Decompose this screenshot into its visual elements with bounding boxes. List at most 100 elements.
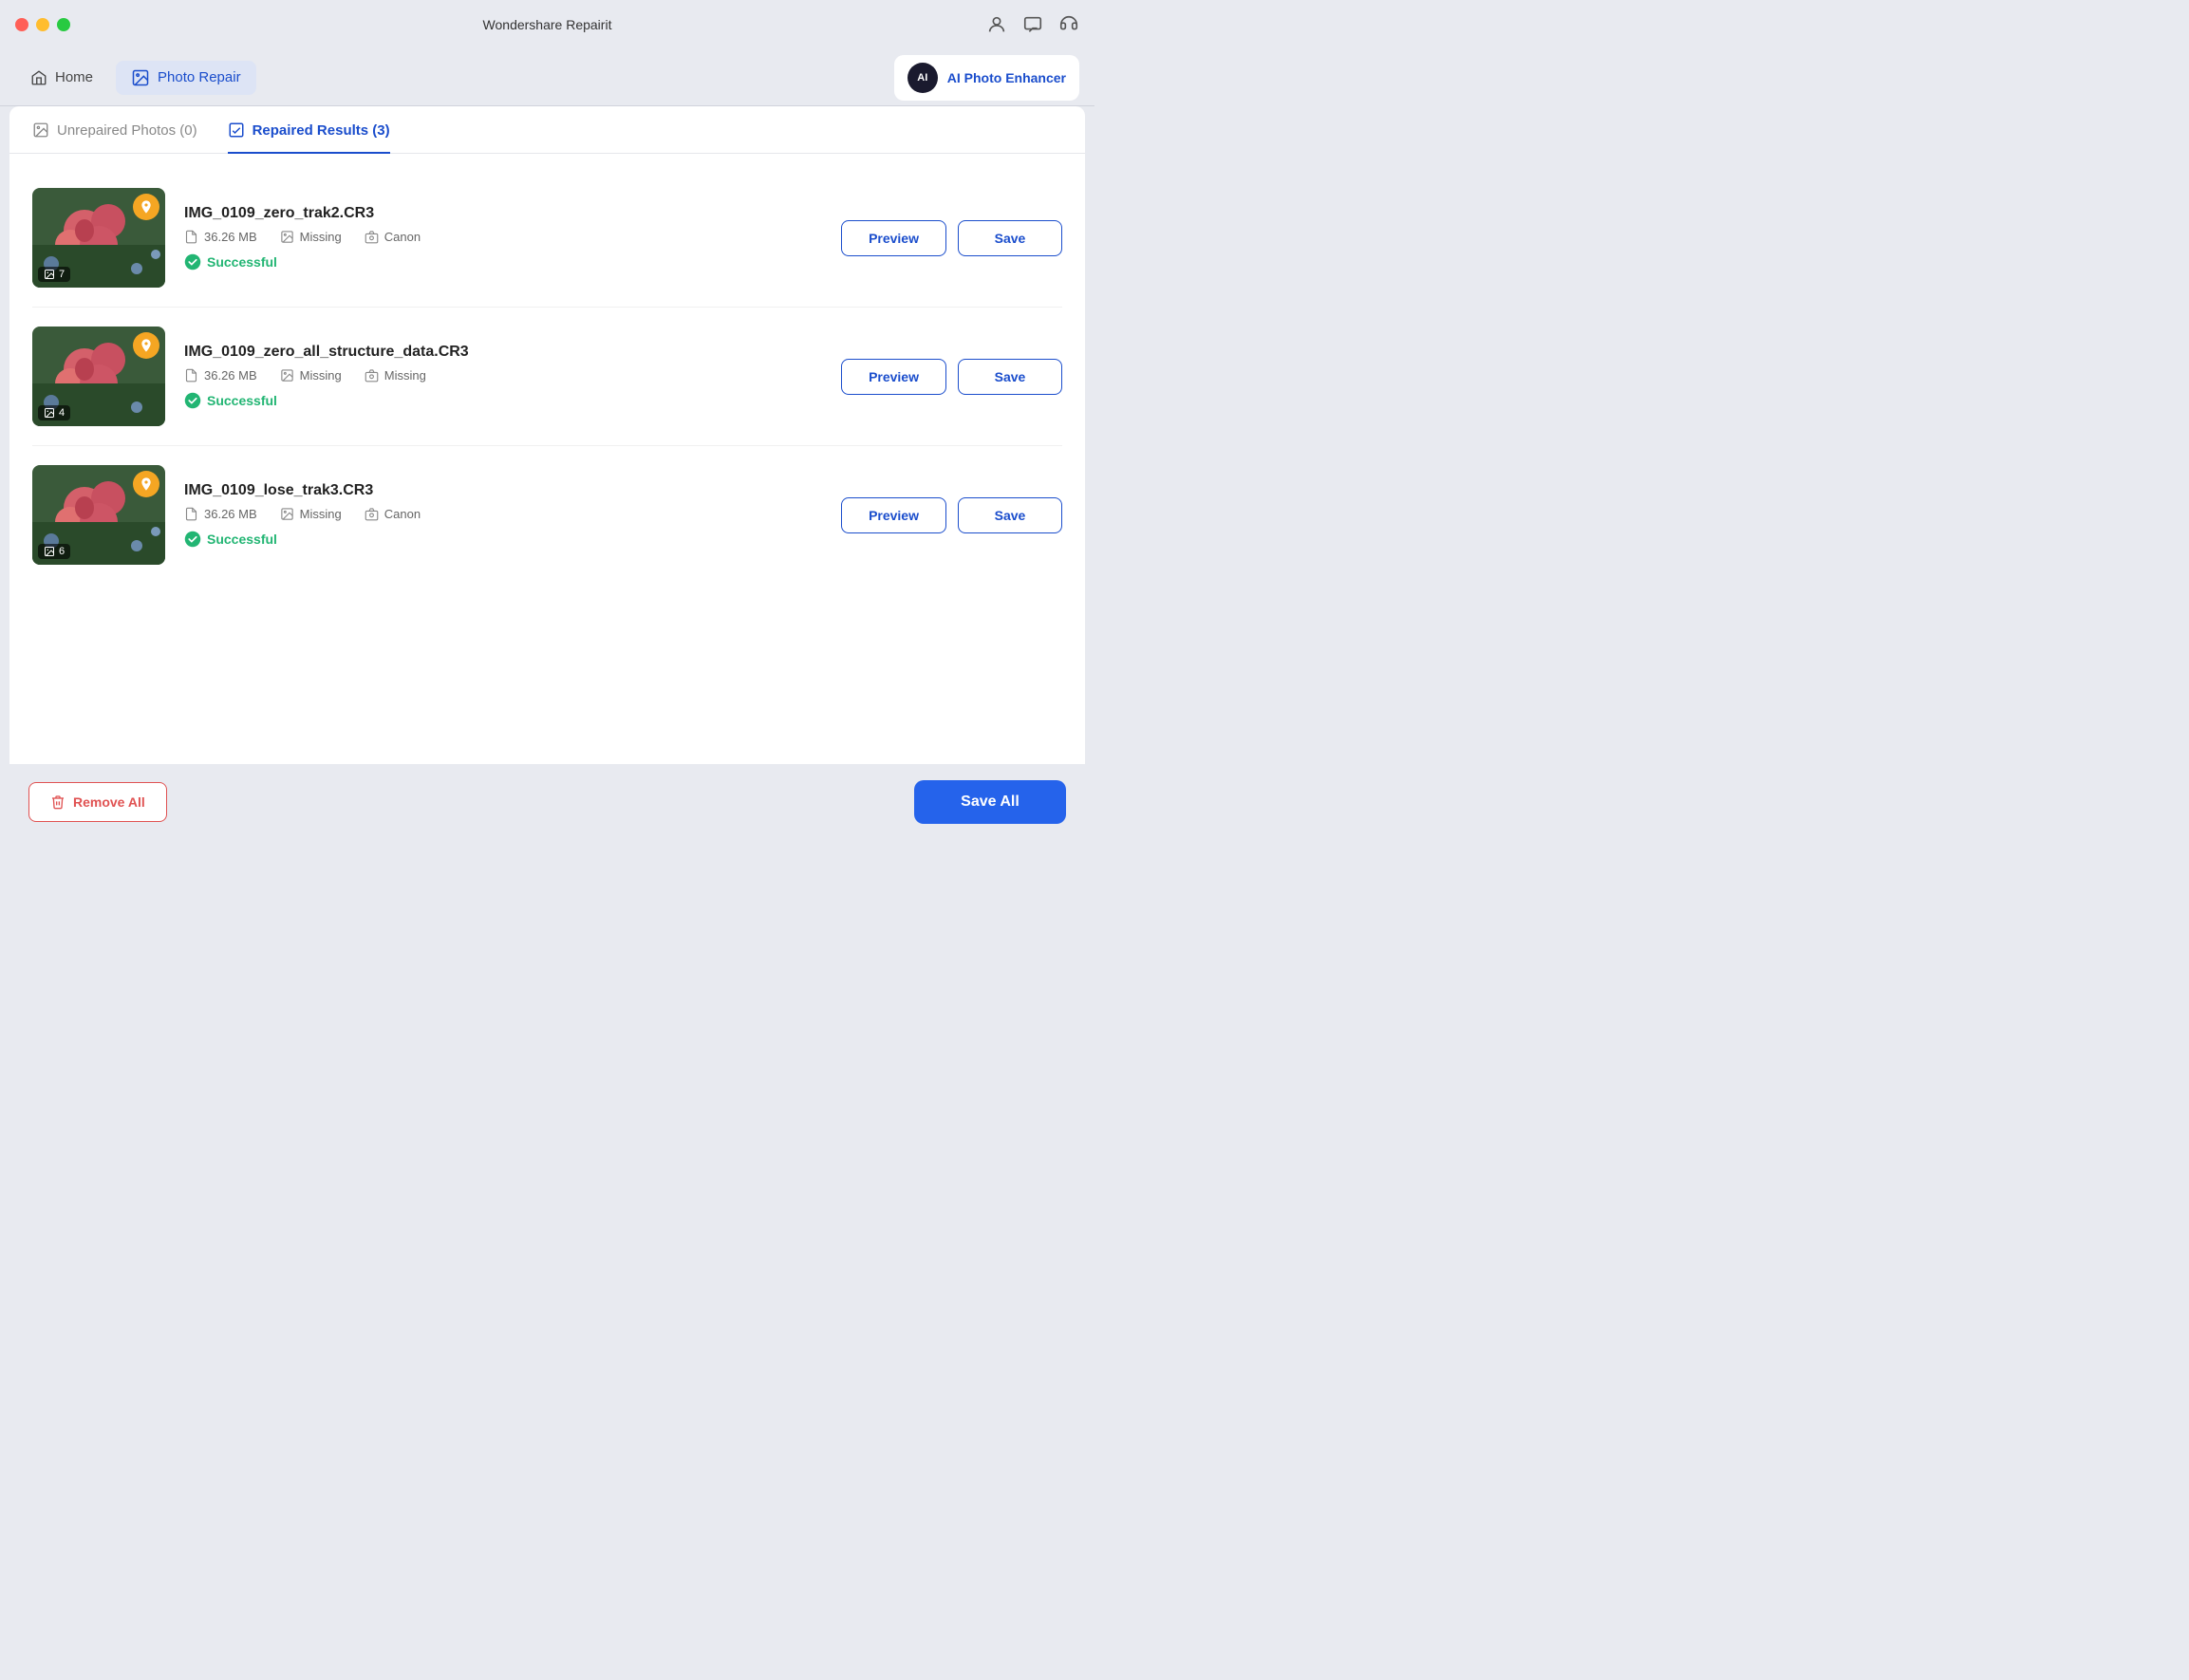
tab-repaired[interactable]: Repaired Results (3) — [228, 121, 390, 154]
preview-button-2[interactable]: Preview — [841, 359, 946, 395]
headset-icon[interactable] — [1058, 14, 1079, 35]
camera-icon-3 — [365, 507, 379, 521]
titlebar-actions — [986, 14, 1079, 35]
tab-unrepaired[interactable]: Unrepaired Photos (0) — [32, 121, 197, 154]
meta-issue1-1: Missing — [280, 230, 342, 244]
photo-actions-3: Preview Save — [841, 497, 1062, 533]
photo-meta-1: 36.26 MB Missing — [184, 230, 799, 244]
status-label-3: Successful — [207, 532, 277, 547]
meta-issue2-2: Missing — [365, 368, 426, 383]
ai-enhancer-button[interactable]: AI AI Photo Enhancer — [894, 55, 1079, 101]
photo-repair-icon — [131, 68, 150, 87]
photo-item: 7 IMG_0109_zero_trak2.CR3 36.26 MB — [32, 169, 1062, 308]
nav-left: Home Photo Repair — [15, 61, 256, 95]
save-button-1[interactable]: Save — [958, 220, 1062, 256]
status-3: Successful — [184, 531, 799, 548]
repair-badge-2 — [133, 332, 159, 359]
status-label-1: Successful — [207, 254, 277, 270]
photo-info-1: IMG_0109_zero_trak2.CR3 36.26 MB — [184, 205, 799, 271]
issue2-label-3: Canon — [384, 507, 421, 521]
image-icon-2 — [280, 368, 294, 383]
photo-name-2: IMG_0109_zero_all_structure_data.CR3 — [184, 344, 799, 361]
user-icon[interactable] — [986, 14, 1007, 35]
home-label: Home — [55, 69, 93, 85]
thumb-count-3: 6 — [38, 544, 70, 559]
save-button-3[interactable]: Save — [958, 497, 1062, 533]
trash-icon — [50, 794, 65, 810]
minimize-button[interactable] — [36, 18, 49, 31]
maximize-button[interactable] — [57, 18, 70, 31]
photo-meta-2: 36.26 MB Missing — [184, 368, 799, 383]
preview-button-1[interactable]: Preview — [841, 220, 946, 256]
tabs: Unrepaired Photos (0) Repaired Results (… — [9, 106, 1085, 154]
bottom-bar: Remove All Save All — [0, 764, 1094, 840]
ai-icon: AI — [907, 63, 938, 93]
issue2-label-1: Canon — [384, 230, 421, 244]
file-icon-2 — [184, 368, 198, 383]
thumbnail-2: 4 — [32, 327, 165, 426]
photo-item-3: 6 IMG_0109_lose_trak3.CR3 36.26 MB — [32, 446, 1062, 584]
success-icon-2 — [184, 392, 201, 409]
titlebar: Wondershare Repairit — [0, 0, 1094, 49]
photo-list: 7 IMG_0109_zero_trak2.CR3 36.26 MB — [9, 154, 1085, 764]
photo-name-3: IMG_0109_lose_trak3.CR3 — [184, 482, 799, 499]
meta-issue2-3: Canon — [365, 507, 421, 521]
thumb-count-2: 4 — [38, 405, 70, 420]
size-label-1: 36.26 MB — [204, 230, 257, 244]
photo-meta-3: 36.26 MB Missing — [184, 507, 799, 521]
traffic-lights — [15, 18, 70, 31]
success-icon-1 — [184, 253, 201, 271]
thumb-count-label-1: 7 — [59, 269, 65, 280]
file-icon-3 — [184, 507, 198, 521]
window-title: Wondershare Repairit — [483, 17, 612, 32]
meta-issue1-2: Missing — [280, 368, 342, 383]
status-2: Successful — [184, 392, 799, 409]
image-icon-3 — [280, 507, 294, 521]
chat-icon[interactable] — [1022, 14, 1043, 35]
meta-size-2: 36.26 MB — [184, 368, 257, 383]
home-nav-button[interactable]: Home — [15, 62, 108, 94]
tab-repaired-label: Repaired Results (3) — [253, 122, 390, 139]
file-icon-1 — [184, 230, 198, 244]
size-label-2: 36.26 MB — [204, 368, 257, 383]
close-button[interactable] — [15, 18, 28, 31]
issue2-label-2: Missing — [384, 368, 426, 383]
repaired-icon — [228, 121, 245, 139]
status-label-2: Successful — [207, 393, 277, 408]
meta-issue2-1: Canon — [365, 230, 421, 244]
camera-icon-1 — [365, 230, 379, 244]
issue1-label-3: Missing — [300, 507, 342, 521]
photo-actions-2: Preview Save — [841, 359, 1062, 395]
ai-enhancer-label: AI Photo Enhancer — [947, 70, 1066, 85]
image-icon-1 — [280, 230, 294, 244]
status-1: Successful — [184, 253, 799, 271]
thumb-count-label-2: 4 — [59, 407, 65, 419]
meta-issue1-3: Missing — [280, 507, 342, 521]
thumbnail-3: 6 — [32, 465, 165, 565]
meta-size-3: 36.26 MB — [184, 507, 257, 521]
issue1-label-2: Missing — [300, 368, 342, 383]
unrepaired-icon — [32, 121, 49, 139]
camera-icon-2 — [365, 368, 379, 383]
remove-all-label: Remove All — [73, 794, 145, 810]
photo-repair-nav-button[interactable]: Photo Repair — [116, 61, 256, 95]
meta-size-1: 36.26 MB — [184, 230, 257, 244]
tab-unrepaired-label: Unrepaired Photos (0) — [57, 122, 197, 139]
photo-info-3: IMG_0109_lose_trak3.CR3 36.26 MB — [184, 482, 799, 548]
issue1-label-1: Missing — [300, 230, 342, 244]
repair-badge-3 — [133, 471, 159, 497]
home-icon — [30, 69, 47, 86]
photo-actions-1: Preview Save — [841, 220, 1062, 256]
thumb-count-label-3: 6 — [59, 546, 65, 557]
navbar: Home Photo Repair AI AI Photo Enhancer — [0, 49, 1094, 106]
repair-badge-1 — [133, 194, 159, 220]
remove-all-button[interactable]: Remove All — [28, 782, 167, 822]
photo-name-1: IMG_0109_zero_trak2.CR3 — [184, 205, 799, 222]
preview-button-3[interactable]: Preview — [841, 497, 946, 533]
save-all-button[interactable]: Save All — [914, 780, 1066, 824]
thumb-count-1: 7 — [38, 267, 70, 282]
save-button-2[interactable]: Save — [958, 359, 1062, 395]
photo-info-2: IMG_0109_zero_all_structure_data.CR3 36.… — [184, 344, 799, 409]
photo-item-2: 4 IMG_0109_zero_all_structure_data.CR3 3… — [32, 308, 1062, 446]
success-icon-3 — [184, 531, 201, 548]
